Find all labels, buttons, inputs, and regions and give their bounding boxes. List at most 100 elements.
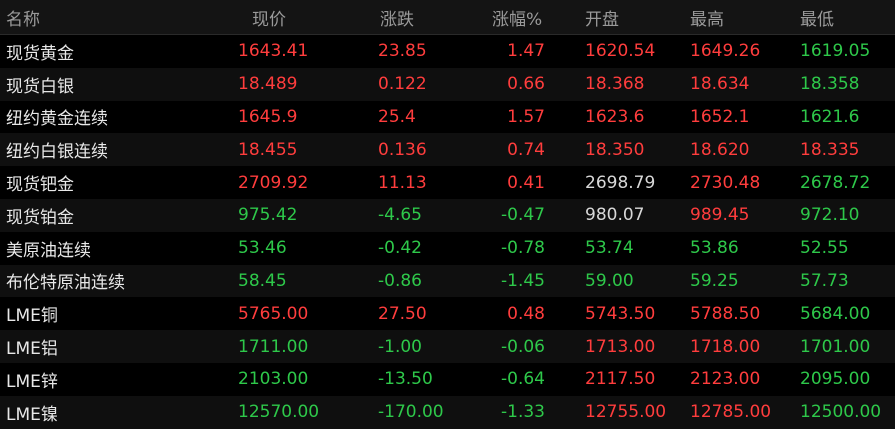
cell-high: 5788.50 (690, 303, 761, 324)
header-pct[interactable]: 涨幅% (492, 0, 542, 34)
table-row[interactable]: LME镍 12570.00 -170.00 -1.33 12755.00 12785.00… (0, 395, 895, 429)
cell-low: 18.335 (800, 139, 860, 160)
cell-open: 18.350 (585, 139, 645, 160)
cell-pct: 0.66 (507, 74, 545, 95)
cell-name: LME铝 (6, 339, 58, 360)
cell-change: 23.85 (378, 41, 427, 62)
table-row[interactable]: LME铝 1711.00 -1.00 -0.06 1713.00 1718.00 1701.… (0, 330, 895, 363)
cell-low: 1621.6 (800, 106, 860, 127)
cell-high: 12785.00 (690, 402, 772, 423)
table-row[interactable]: 纽约黄金连续 1645.9 25.4 1.57 1623.6 1652.1 1621.6 (0, 101, 895, 134)
cell-low: 52.55 (800, 238, 849, 259)
header-name[interactable]: 名称 (6, 0, 40, 34)
cell-change: 0.122 (378, 74, 427, 95)
cell-open: 2698.79 (585, 172, 656, 193)
cell-price: 18.489 (238, 74, 298, 95)
cell-open: 1620.54 (585, 41, 656, 62)
cell-pct: 0.74 (507, 139, 545, 160)
cell-high: 2730.48 (690, 172, 761, 193)
table-row[interactable]: 纽约白银连续 18.455 0.136 0.74 18.350 18.620 18.335 (0, 133, 895, 167)
cell-pct: -0.47 (501, 205, 545, 226)
table-row[interactable]: 现货钯金 2709.92 11.13 0.41 2698.79 2730.48 2678.7… (0, 166, 895, 199)
table-row[interactable]: 美原油连续 53.46 -0.42 -0.78 53.74 53.86 52.55 (0, 232, 895, 265)
cell-change: 0.136 (378, 139, 427, 160)
cell-name: 现货黄金 (6, 43, 74, 64)
cell-low: 1701.00 (800, 336, 871, 357)
cell-high: 53.86 (690, 238, 739, 259)
cell-low: 18.358 (800, 74, 860, 95)
cell-price: 58.45 (238, 270, 287, 291)
table-body: 现货黄金 1643.41 23.85 1.47 1620.54 1649.26 1619.0… (0, 35, 895, 429)
cell-price: 1711.00 (238, 336, 309, 357)
cell-low: 57.73 (800, 270, 849, 291)
table-row[interactable]: 现货黄金 1643.41 23.85 1.47 1620.54 1649.26 1619.0… (0, 35, 895, 68)
cell-open: 1623.6 (585, 106, 645, 127)
table-row[interactable]: 现货白银 18.489 0.122 0.66 18.368 18.634 18.358 (0, 67, 895, 101)
cell-name: 纽约白银连续 (6, 142, 108, 163)
cell-low: 2678.72 (800, 172, 871, 193)
cell-open: 2117.50 (585, 369, 656, 390)
cell-change: -4.65 (378, 205, 422, 226)
cell-name: 布伦特原油连续 (6, 273, 125, 294)
cell-high: 18.634 (690, 74, 750, 95)
cell-change: 11.13 (378, 172, 427, 193)
cell-name: 现货钯金 (6, 175, 74, 196)
cell-pct: -0.06 (501, 336, 545, 357)
cell-high: 1649.26 (690, 41, 761, 62)
cell-open: 18.368 (585, 74, 645, 95)
cell-pct: 1.57 (507, 106, 545, 127)
cell-high: 18.620 (690, 139, 750, 160)
cell-pct: 0.48 (507, 303, 545, 324)
quote-table: 名称 现价 涨跌 涨幅% 开盘 最高 最低 现货黄金 1643.41 23.85 1.… (0, 0, 895, 429)
table-row[interactable]: 现货铂金 975.42 -4.65 -0.47 980.07 989.45 972.10 (0, 198, 895, 232)
cell-change: 25.4 (378, 106, 416, 127)
header-high[interactable]: 最高 (690, 0, 724, 34)
cell-change: -13.50 (378, 369, 433, 390)
cell-high: 989.45 (690, 205, 750, 226)
cell-price: 5765.00 (238, 303, 309, 324)
cell-name: LME铜 (6, 306, 58, 327)
cell-open: 980.07 (585, 205, 645, 226)
table-row[interactable]: LME铜 5765.00 27.50 0.48 5743.50 5788.50 5684.0… (0, 297, 895, 330)
cell-price: 1643.41 (238, 41, 309, 62)
cell-change: -0.86 (378, 270, 422, 291)
cell-open: 53.74 (585, 238, 634, 259)
cell-change: 27.50 (378, 303, 427, 324)
cell-change: -0.42 (378, 238, 422, 259)
cell-low: 972.10 (800, 205, 860, 226)
cell-price: 2103.00 (238, 369, 309, 390)
header-open[interactable]: 开盘 (585, 0, 619, 34)
cell-high: 1718.00 (690, 336, 761, 357)
table-row[interactable]: LME锌 2103.00 -13.50 -0.64 2117.50 2123.00 2095… (0, 363, 895, 396)
cell-name: 现货铂金 (6, 207, 74, 228)
cell-pct: -0.78 (501, 238, 545, 259)
cell-name: 美原油连续 (6, 240, 91, 261)
cell-open: 59.00 (585, 270, 634, 291)
cell-price: 2709.92 (238, 172, 309, 193)
cell-open: 12755.00 (585, 402, 667, 423)
cell-name: LME锌 (6, 371, 58, 392)
cell-price: 12570.00 (238, 402, 320, 423)
cell-name: LME镍 (6, 404, 58, 425)
header-change[interactable]: 涨跌 (380, 0, 414, 34)
cell-price: 975.42 (238, 205, 298, 226)
header-low[interactable]: 最低 (800, 0, 834, 34)
header-price[interactable]: 现价 (252, 0, 286, 34)
cell-high: 2123.00 (690, 369, 761, 390)
cell-low: 1619.05 (800, 41, 871, 62)
cell-price: 53.46 (238, 238, 287, 259)
cell-change: -170.00 (378, 402, 444, 423)
cell-change: -1.00 (378, 336, 422, 357)
cell-open: 1713.00 (585, 336, 656, 357)
cell-name: 纽约黄金连续 (6, 109, 108, 130)
cell-low: 12500.00 (800, 402, 882, 423)
cell-pct: 0.41 (507, 172, 545, 193)
cell-high: 1652.1 (690, 106, 750, 127)
cell-pct: -0.64 (501, 369, 545, 390)
cell-high: 59.25 (690, 270, 739, 291)
cell-low: 5684.00 (800, 303, 871, 324)
cell-pct: 1.47 (507, 41, 545, 62)
cell-open: 5743.50 (585, 303, 656, 324)
table-header: 名称 现价 涨跌 涨幅% 开盘 最高 最低 (0, 0, 895, 35)
table-row[interactable]: 布伦特原油连续 58.45 -0.86 -1.45 59.00 59.25 57.73 (0, 264, 895, 298)
